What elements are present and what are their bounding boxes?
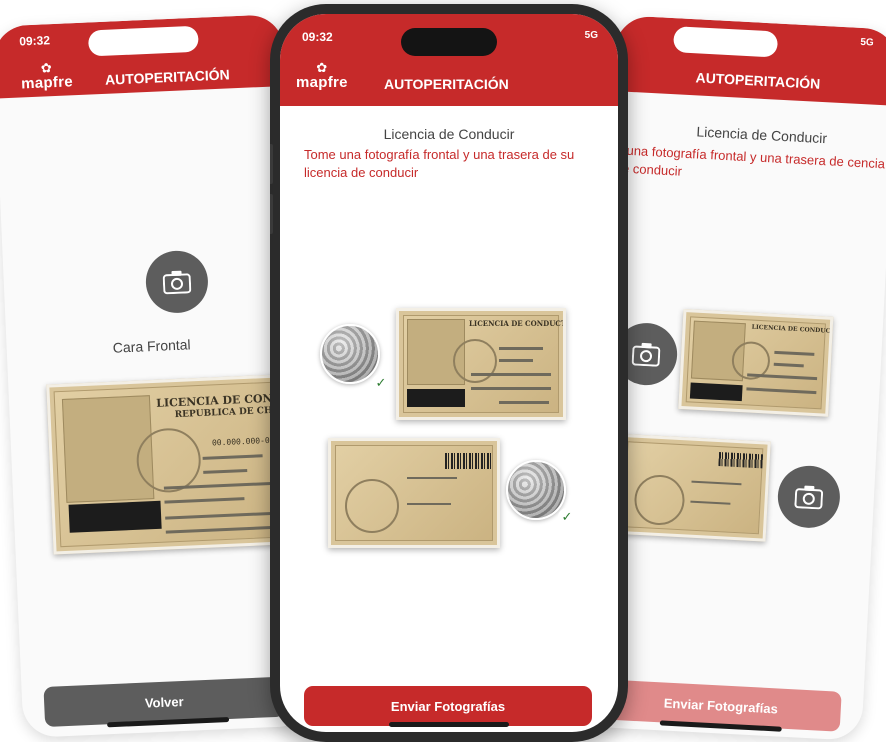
card-line	[407, 503, 451, 505]
back-photo-thumbnail[interactable]	[506, 460, 566, 520]
card-black-block	[407, 389, 465, 407]
section-label: Cara Frontal	[112, 336, 191, 356]
center-phone-screen: 09:32 5G ✿ mapfre AUTOPERITACIÓN Licenci…	[280, 14, 618, 732]
camera-button-back[interactable]	[776, 464, 842, 530]
volume-button	[270, 194, 273, 234]
front-photo-thumbnail[interactable]	[320, 324, 380, 384]
license-card-back	[615, 433, 771, 542]
card-line	[499, 359, 533, 362]
card-line	[499, 347, 543, 350]
volume-button	[270, 144, 273, 184]
card-line	[499, 401, 549, 404]
card-barcode	[445, 453, 493, 469]
instructions: e una fotografía frontal y una trasera d…	[614, 142, 886, 179]
card-line	[471, 387, 551, 390]
license-card-front: LICENCIA DE CONDUCTOR	[396, 308, 566, 420]
status-signal: 5G	[584, 30, 598, 41]
mapfre-logo-mark: ✿	[316, 60, 328, 75]
screen-title: Licencia de Conducir	[383, 126, 515, 142]
card-seal	[453, 339, 497, 383]
status-signal: 5G	[860, 36, 875, 49]
check-icon: ✓	[558, 508, 576, 526]
left-phone: 09:32 ✿ mapfre AUTOPERITACIÓN Cara Front…	[0, 14, 314, 738]
instructions: Tome una fotografía frontal y una traser…	[304, 147, 575, 180]
card-line	[407, 477, 457, 479]
card-line	[471, 373, 551, 376]
camera-icon	[162, 270, 192, 295]
mapfre-logo: ✿ mapfre	[296, 60, 348, 91]
mapfre-logo: ✿ mapfre	[20, 60, 74, 93]
dynamic-island	[87, 25, 199, 57]
app-title: AUTOPERITACIÓN	[104, 66, 230, 88]
dynamic-island	[672, 26, 779, 58]
send-photos-button[interactable]: Enviar Fotografías	[304, 686, 592, 726]
license-card-front-large: LICENCIA DE CONDUCT REPUBLICA DE CH 00.0…	[46, 373, 306, 555]
camera-icon	[794, 485, 824, 510]
center-app-header: 09:32 5G ✿ mapfre AUTOPERITACIÓN	[280, 14, 618, 106]
card-black-block	[68, 500, 162, 533]
card-black-block	[689, 382, 743, 402]
status-time: 09:32	[18, 33, 51, 49]
right-app-header: 5G AUTOPERITACIÓN	[612, 15, 886, 106]
camera-icon	[631, 342, 661, 367]
status-time: 09:32	[302, 30, 333, 44]
app-title: AUTOPERITACIÓN	[384, 76, 509, 92]
mapfre-logo-text: mapfre	[20, 73, 74, 93]
left-phone-screen: 09:32 ✿ mapfre AUTOPERITACIÓN Cara Front…	[0, 14, 313, 738]
check-icon: ✓	[372, 374, 390, 392]
card-seal	[345, 479, 399, 533]
card-barcode	[718, 452, 764, 469]
card-title: LICENCIA DE CONDUCTOR	[469, 319, 566, 328]
home-indicator	[389, 722, 509, 727]
license-card-back	[328, 438, 500, 548]
center-phone: 09:32 5G ✿ mapfre AUTOPERITACIÓN Licenci…	[270, 4, 628, 742]
left-app-header: 09:32 ✿ mapfre AUTOPERITACIÓN	[0, 14, 286, 99]
dynamic-island	[401, 28, 497, 56]
app-title: AUTOPERITACIÓN	[695, 69, 821, 92]
mapfre-logo-text: mapfre	[296, 74, 348, 91]
license-card-front: LICENCIA DE CONDUCTOR	[678, 309, 834, 417]
camera-button-front[interactable]	[144, 249, 210, 315]
